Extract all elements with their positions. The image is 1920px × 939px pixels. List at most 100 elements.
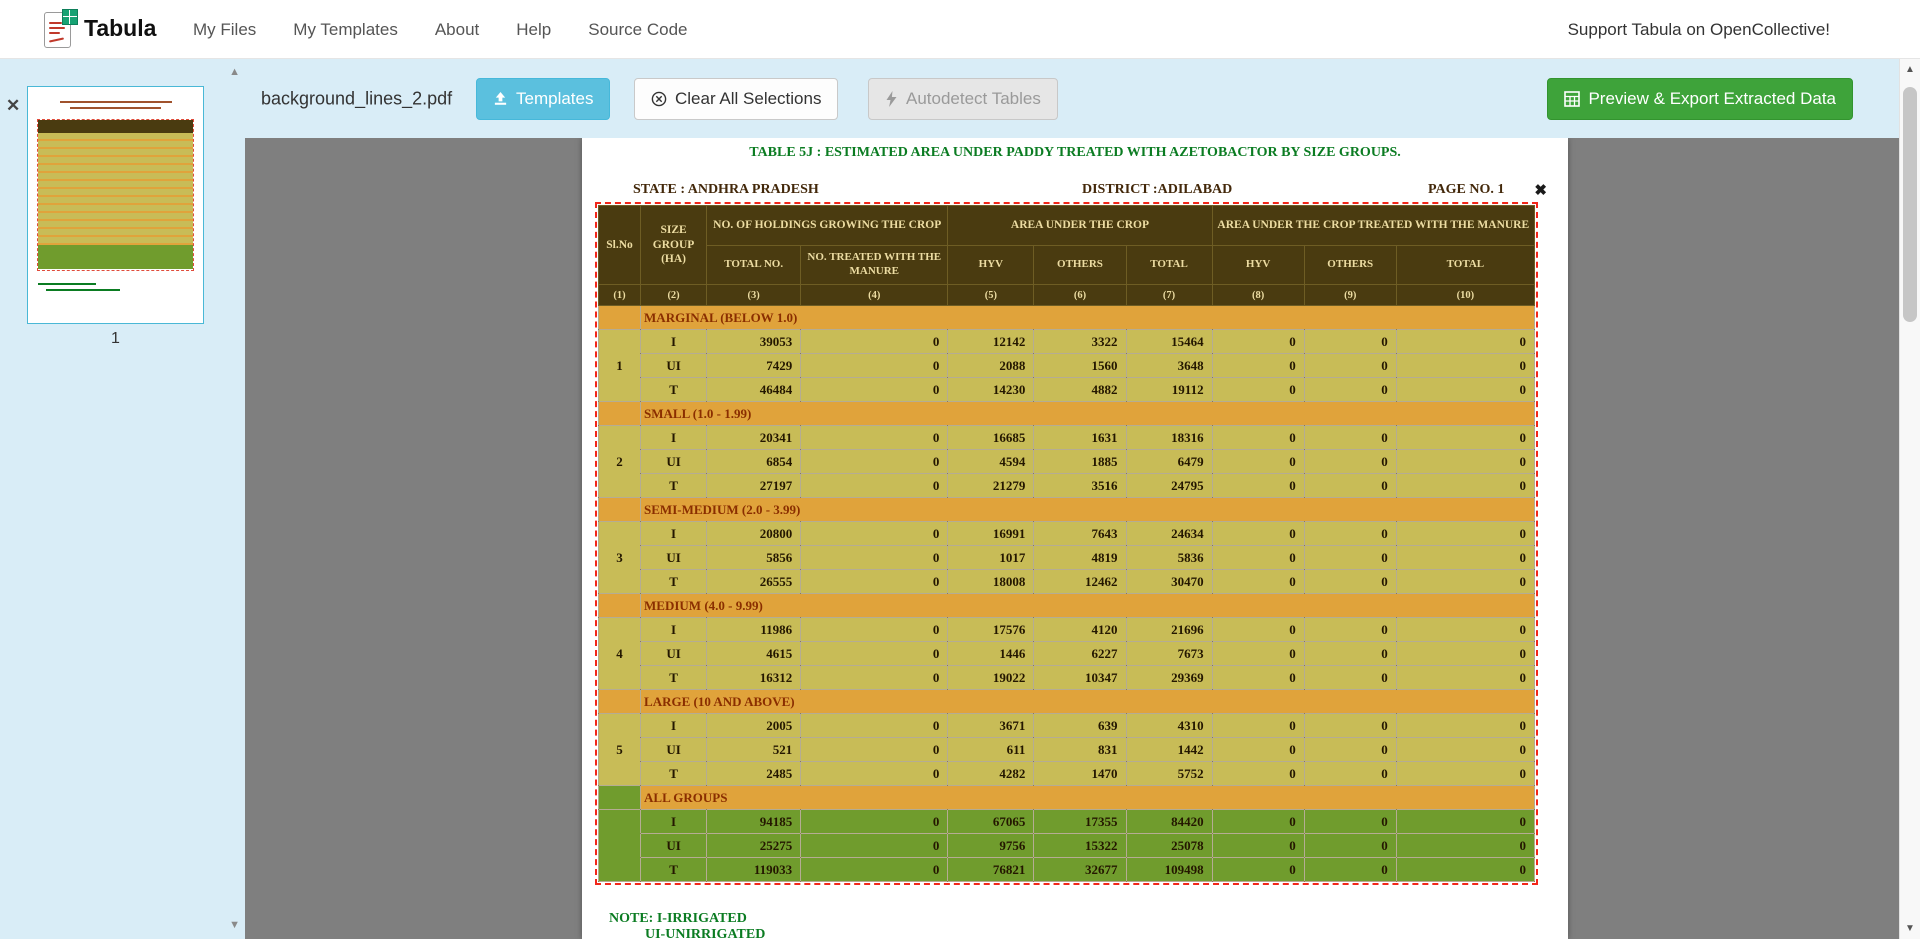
table-data-row: T163120190221034729369000 xyxy=(599,666,1535,690)
nav-item-my-templates[interactable]: My Templates xyxy=(293,20,398,40)
circle-x-icon xyxy=(651,91,667,107)
value-cell: 24634 xyxy=(1126,522,1212,546)
value-cell: 1470 xyxy=(1034,762,1126,786)
value-cell: 0 xyxy=(1396,762,1534,786)
value-cell: 0 xyxy=(1396,738,1534,762)
table-selection-region[interactable]: ✖ Sl.No SIZE GROUP (HA) NO. OF HOLDINGS … xyxy=(598,205,1535,882)
pdf-page[interactable]: TABLE 5J : ESTIMATED AREA UNDER PADDY TR… xyxy=(582,138,1568,939)
slno-cell: 3 xyxy=(599,522,641,594)
value-cell: 0 xyxy=(1304,378,1396,402)
row-type-cell: UI xyxy=(641,738,707,762)
row-type-cell: I xyxy=(641,330,707,354)
value-cell: 0 xyxy=(1396,474,1534,498)
value-cell: 0 xyxy=(1396,858,1534,882)
row-type-cell: UI xyxy=(641,354,707,378)
value-cell: 0 xyxy=(801,546,948,570)
value-cell: 0 xyxy=(1304,834,1396,858)
value-cell: 0 xyxy=(801,642,948,666)
row-type-cell: I xyxy=(641,618,707,642)
value-cell: 0 xyxy=(1304,858,1396,882)
sidebar-scroll-up-icon[interactable]: ▲ xyxy=(229,67,240,78)
value-cell: 39053 xyxy=(707,330,801,354)
remove-page-icon[interactable]: ✕ xyxy=(6,97,20,114)
value-cell: 0 xyxy=(1396,570,1534,594)
value-cell: 4615 xyxy=(707,642,801,666)
scrollbar-down-icon[interactable]: ▼ xyxy=(1900,923,1920,934)
document-note-2: UI-UNIRRIGATED xyxy=(645,927,765,939)
vertical-scrollbar[interactable]: ▲ ▼ xyxy=(1899,59,1920,939)
clear-all-selections-button[interactable]: Clear All Selections xyxy=(634,78,838,120)
col-header-slno: Sl.No xyxy=(599,206,641,285)
nav-item-my-files[interactable]: My Files xyxy=(193,20,256,40)
value-cell: 18316 xyxy=(1126,426,1212,450)
value-cell: 16312 xyxy=(707,666,801,690)
thumb-note-line xyxy=(38,283,96,285)
table-data-row: T24850428214705752000 xyxy=(599,762,1535,786)
value-cell: 20341 xyxy=(707,426,801,450)
row-type-cell: I xyxy=(641,810,707,834)
preview-export-button[interactable]: Preview & Export Extracted Data xyxy=(1547,78,1853,120)
nav-item-help[interactable]: Help xyxy=(516,20,551,40)
slno-cell: 1 xyxy=(599,330,641,402)
scrollbar-up-icon[interactable]: ▲ xyxy=(1900,64,1920,75)
slno-cell: 5 xyxy=(599,714,641,786)
autodetect-tables-button[interactable]: Autodetect Tables xyxy=(868,78,1058,120)
page-thumbnail[interactable] xyxy=(27,86,204,324)
slno-cell xyxy=(599,594,641,618)
page-thumbnails-sidebar: ✕ 1 ▲ ▼ xyxy=(0,59,245,939)
value-cell: 14230 xyxy=(948,378,1034,402)
value-cell: 4819 xyxy=(1034,546,1126,570)
value-cell: 18008 xyxy=(948,570,1034,594)
nav-item-about[interactable]: About xyxy=(435,20,479,40)
value-cell: 0 xyxy=(801,666,948,690)
value-cell: 0 xyxy=(1304,570,1396,594)
value-cell: 6479 xyxy=(1126,450,1212,474)
row-type-cell: UI xyxy=(641,834,707,858)
col-number: (2) xyxy=(641,285,707,306)
value-cell: 0 xyxy=(1396,450,1534,474)
col-number: (10) xyxy=(1396,285,1534,306)
thumb-title-line xyxy=(70,107,161,109)
thumb-mini-table xyxy=(37,119,194,271)
sidebar-scroll-down-icon[interactable]: ▼ xyxy=(229,920,240,931)
table-data-row: T27197021279351624795000 xyxy=(599,474,1535,498)
table-data-row: UI25275097561532225078000 xyxy=(599,834,1535,858)
value-cell: 4594 xyxy=(948,450,1034,474)
thumb-note-line xyxy=(46,289,120,291)
col-group-area-treated: AREA UNDER THE CROP TREATED WITH THE MAN… xyxy=(1212,206,1534,246)
support-link[interactable]: Support Tabula on OpenCollective! xyxy=(1568,20,1830,40)
top-navbar: Tabula My Files My Templates About Help … xyxy=(0,0,1920,59)
value-cell: 4882 xyxy=(1034,378,1126,402)
value-cell: 2485 xyxy=(707,762,801,786)
col-number: (8) xyxy=(1212,285,1304,306)
value-cell: 0 xyxy=(801,522,948,546)
scrollbar-thumb[interactable] xyxy=(1903,87,1917,322)
nav-item-source-code[interactable]: Source Code xyxy=(588,20,687,40)
value-cell: 1442 xyxy=(1126,738,1212,762)
value-cell: 21279 xyxy=(948,474,1034,498)
value-cell: 7643 xyxy=(1034,522,1126,546)
table-data-row: T11903307682132677109498000 xyxy=(599,858,1535,882)
value-cell: 3516 xyxy=(1034,474,1126,498)
value-cell: 611 xyxy=(948,738,1034,762)
value-cell: 0 xyxy=(1212,762,1304,786)
value-cell: 0 xyxy=(1304,522,1396,546)
col-header-hyv-2: HYV xyxy=(1212,246,1304,285)
row-type-cell: UI xyxy=(641,450,707,474)
table-data-row: 2I20341016685163118316000 xyxy=(599,426,1535,450)
thumbnail-page-number: 1 xyxy=(27,330,204,348)
value-cell: 0 xyxy=(1212,738,1304,762)
group-label: SMALL (1.0 - 1.99) xyxy=(641,402,1535,426)
value-cell: 1017 xyxy=(948,546,1034,570)
value-cell: 0 xyxy=(1212,618,1304,642)
value-cell: 0 xyxy=(801,762,948,786)
selection-close-icon[interactable]: ✖ xyxy=(1534,181,1547,199)
value-cell: 0 xyxy=(801,570,948,594)
row-type-cell: I xyxy=(641,426,707,450)
templates-button[interactable]: Templates xyxy=(476,78,610,120)
value-cell: 4310 xyxy=(1126,714,1212,738)
value-cell: 46484 xyxy=(707,378,801,402)
value-cell: 0 xyxy=(1304,618,1396,642)
value-cell: 0 xyxy=(1212,522,1304,546)
row-type-cell: UI xyxy=(641,546,707,570)
